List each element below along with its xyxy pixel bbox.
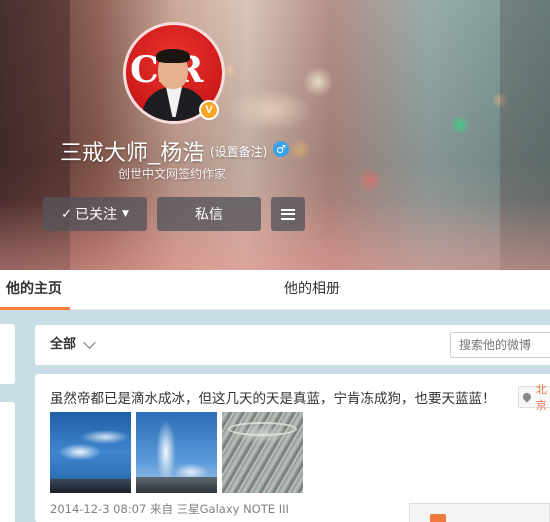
post-photo-thumbnail[interactable] (50, 412, 131, 493)
verified-icon[interactable]: V (199, 100, 219, 120)
sidebar-card (0, 324, 15, 384)
caret-down-icon: ▼ (121, 209, 129, 219)
post-photo-thumbnail[interactable] (222, 412, 303, 493)
private-message-button[interactable]: 私信 (157, 197, 261, 231)
tab-album[interactable]: 他的相册 (284, 270, 340, 310)
profile-tabs: 他的主页 他的相册 (0, 270, 550, 310)
profile-name: 三戒大师_杨浩 (60, 140, 205, 165)
gender-male-icon: ♂ (273, 141, 289, 157)
chat-icon (430, 514, 446, 522)
set-remark-link[interactable]: (设置备注) (210, 143, 267, 160)
profile-subtitle: 创世中文网签约作家 (118, 167, 227, 181)
check-icon: ✓ (61, 206, 72, 222)
weibo-search-input[interactable] (450, 332, 550, 358)
more-menu-button[interactable] (271, 197, 305, 231)
location-label: 北京 (535, 383, 547, 412)
post-meta[interactable]: 2014-12-3 08:07 来自 三星Galaxy NOTE III (50, 501, 289, 517)
chevron-down-icon[interactable] (83, 336, 96, 349)
post-text: 虽然帝都已是滴水成冰，但这几天的天是真蓝，宁肯冻成狗，也要天蓝蓝！ (50, 391, 496, 407)
following-button[interactable]: ✓ 已关注 ▼ (43, 197, 147, 231)
location-pin-icon (521, 391, 533, 403)
cover-building-right (500, 0, 550, 270)
private-message-label: 私信 (195, 207, 223, 223)
menu-icon (281, 208, 295, 220)
feed-filter-bar: 全部 (35, 325, 550, 365)
avatar-hair (156, 49, 190, 63)
weibo-post: 虽然帝都已是滴水成冰，但这几天的天是真蓝，宁肯冻成狗，也要天蓝蓝！ 北京 201… (35, 374, 550, 522)
following-label: 已关注 (74, 207, 117, 223)
filter-all-dropdown[interactable]: 全部 (50, 325, 76, 365)
chat-popup[interactable] (409, 503, 550, 522)
post-photo-thumbnail[interactable] (136, 412, 217, 493)
tab-home[interactable]: 他的主页 (0, 270, 70, 310)
sidebar-card (0, 402, 15, 522)
location-tag[interactable]: 北京 (518, 383, 550, 412)
